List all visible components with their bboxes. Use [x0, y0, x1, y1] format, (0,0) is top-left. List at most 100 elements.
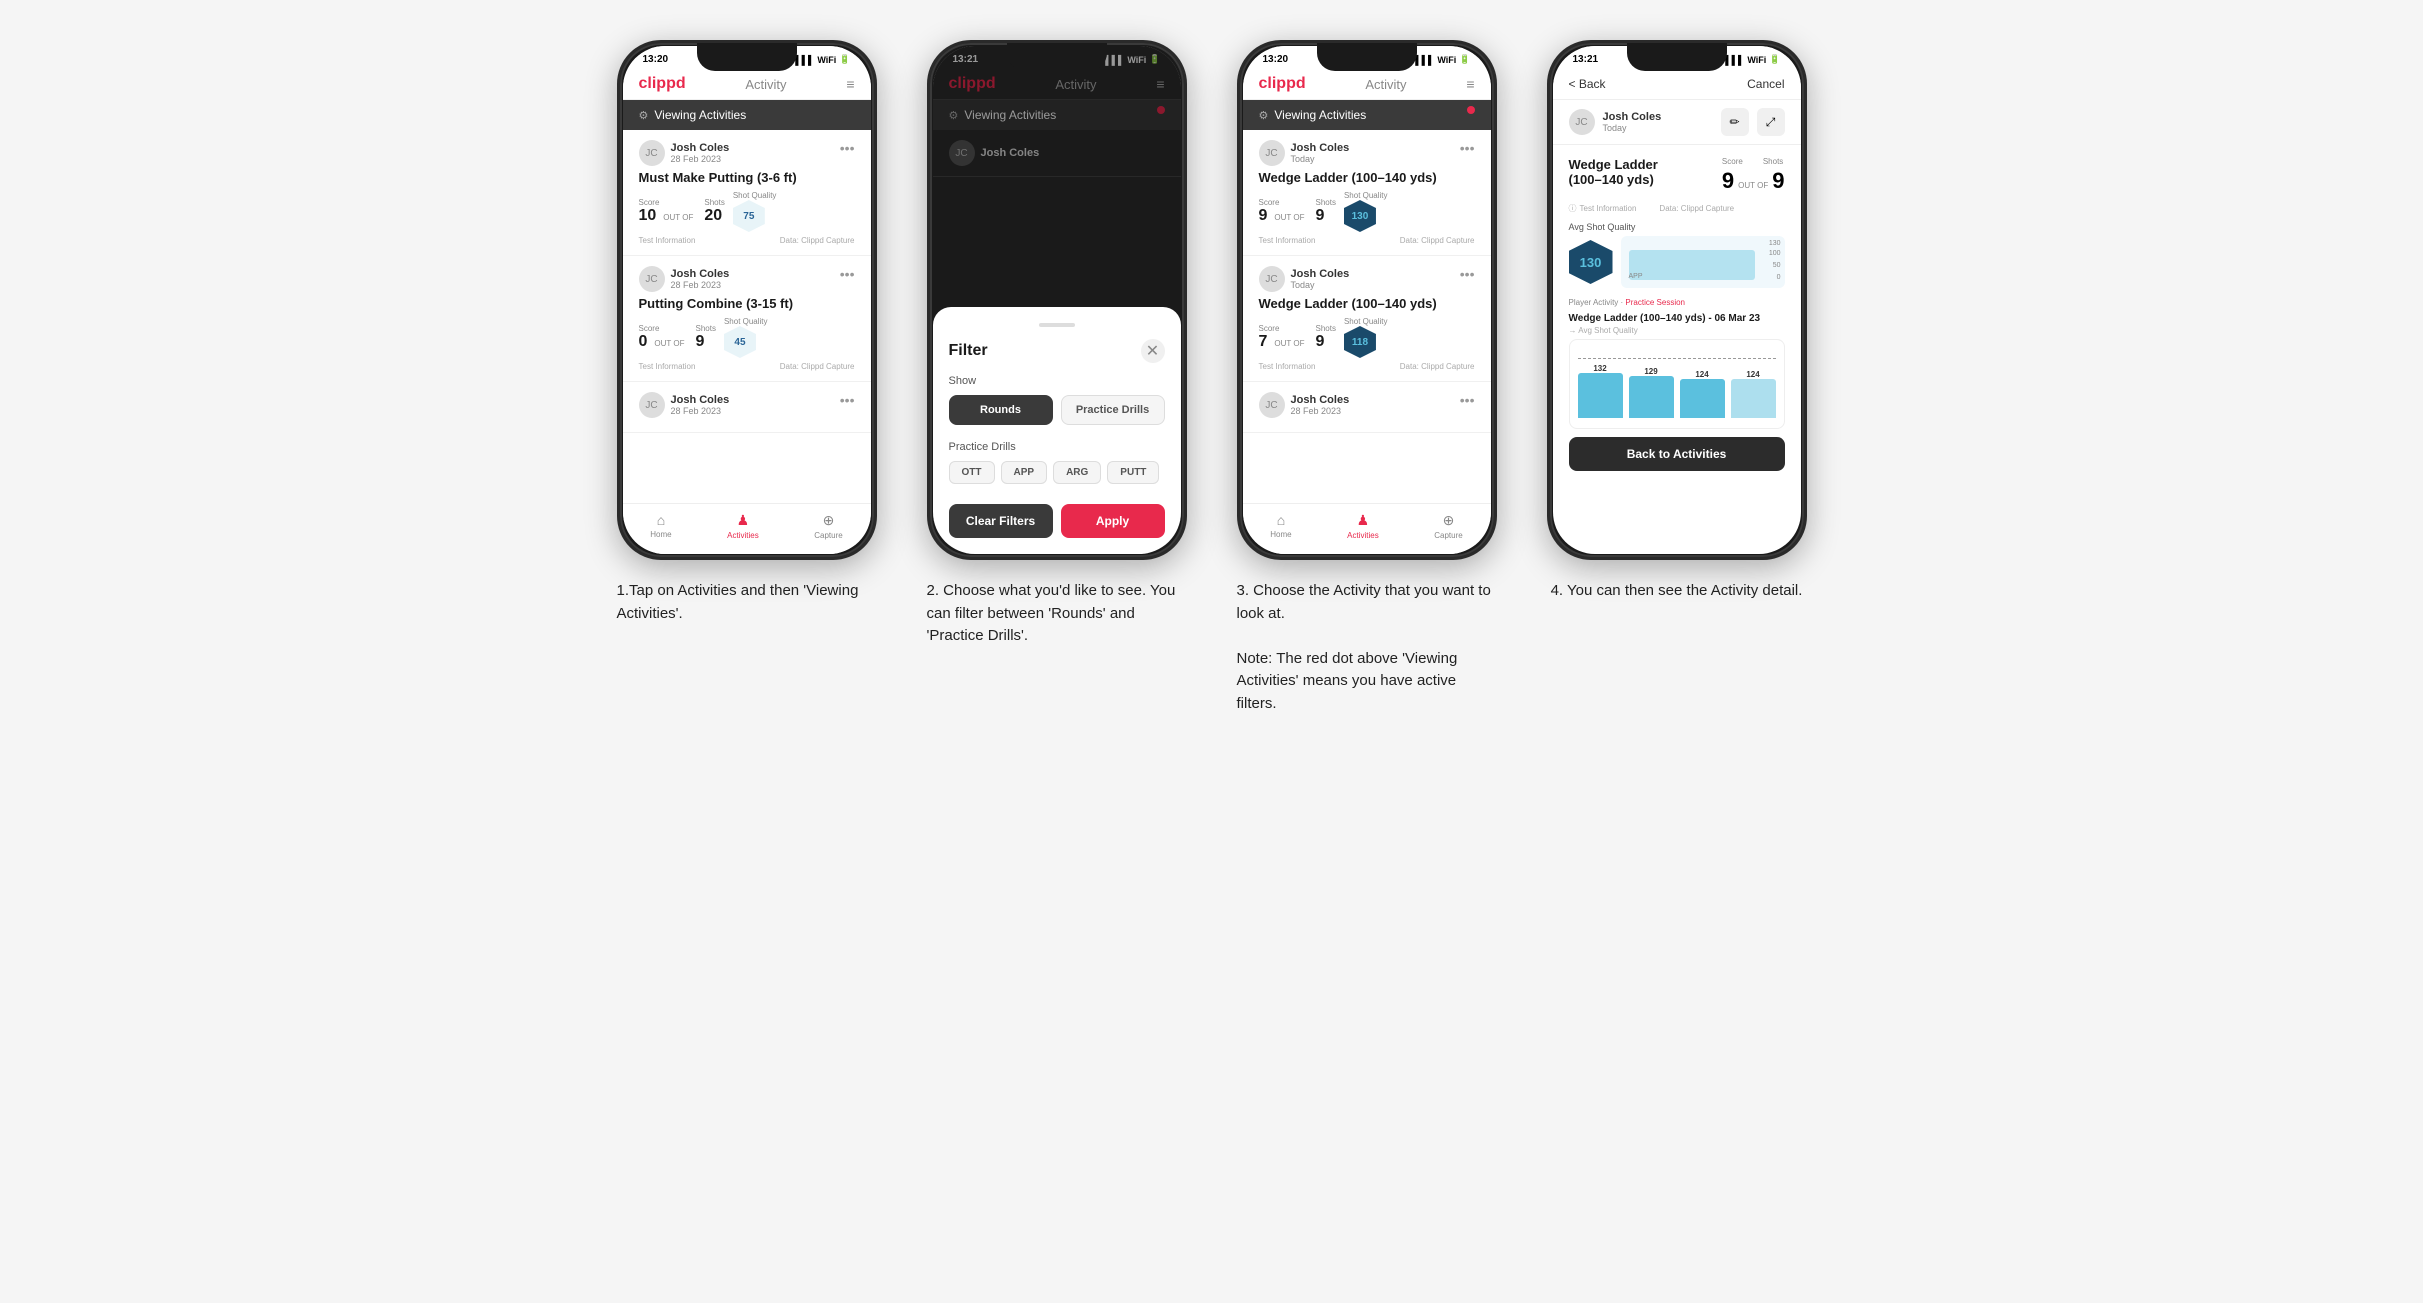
- nav-capture-3[interactable]: ⊕ Capture: [1434, 512, 1462, 540]
- detail-header-4: < Back Cancel: [1553, 69, 1801, 100]
- nav-activities-label-3: Activities: [1347, 531, 1379, 540]
- activity-card-1-1[interactable]: JC Josh Coles 28 Feb 2023 ••• Must Make …: [623, 130, 871, 256]
- cancel-button-4[interactable]: Cancel: [1747, 77, 1784, 91]
- rounds-toggle[interactable]: Rounds: [949, 395, 1053, 425]
- quality-hex-big-4: 130: [1569, 240, 1613, 284]
- nav-home-3[interactable]: ⌂ Home: [1270, 512, 1291, 540]
- detail-content-4: Wedge Ladder(100–140 yds) Score Shots 9 …: [1553, 145, 1801, 483]
- back-button-4[interactable]: < Back: [1569, 77, 1606, 91]
- activity-card-1-3[interactable]: JC Josh Coles 28 Feb 2023 •••: [623, 382, 871, 433]
- score-label-1-1: Score: [639, 198, 697, 207]
- activity-card-3-3[interactable]: JC Josh Coles 28 Feb 2023 •••: [1243, 382, 1491, 433]
- chip-app[interactable]: APP: [1001, 461, 1048, 484]
- close-button[interactable]: ✕: [1141, 339, 1165, 363]
- info-text-3-1: Test Information: [1259, 236, 1316, 245]
- practice-drills-toggle[interactable]: Practice Drills: [1061, 395, 1165, 425]
- card-menu-3-1[interactable]: •••: [1460, 140, 1475, 156]
- phone-3: 13:20 ▌▌▌ WiFi 🔋 clippd Activity ≡: [1237, 40, 1497, 560]
- card-menu-3-2[interactable]: •••: [1460, 266, 1475, 282]
- expand-button-4[interactable]: ⤢: [1757, 108, 1785, 136]
- score-value-1-2: 0: [639, 333, 648, 351]
- card-menu-1-2[interactable]: •••: [840, 266, 855, 282]
- phone-column-1: 13:20 ▌▌▌ WiFi 🔋 clippd Activity ≡: [607, 40, 887, 715]
- detail-shots-label-4: Shots: [1763, 157, 1783, 166]
- nav-activities-1[interactable]: ♟ Activities: [727, 512, 759, 540]
- activity-card-3-2[interactable]: JC Josh Coles Today ••• Wedge Ladder (10…: [1243, 256, 1491, 382]
- info-text-1-2: Test Information: [639, 362, 696, 371]
- banner-3[interactable]: ⚙ Viewing Activities: [1243, 100, 1491, 130]
- out-of-1-1: OUT OF: [663, 213, 693, 222]
- cards-area-3: JC Josh Coles Today ••• Wedge Ladder (10…: [1243, 130, 1491, 518]
- step-desc-1: 1.Tap on Activities and then 'Viewing Ac…: [617, 580, 877, 625]
- status-time-3: 13:20: [1263, 54, 1289, 65]
- nav-home-1[interactable]: ⌂ Home: [650, 512, 671, 540]
- data-text-3-1: Data: Clippd Capture: [1400, 236, 1475, 245]
- modal-title: Filter: [949, 342, 988, 360]
- out-of-3-1: OUT OF: [1274, 213, 1304, 222]
- activities-icon-1: ♟: [737, 512, 750, 529]
- chip-putt[interactable]: PUTT: [1107, 461, 1159, 484]
- avatar-3-3: JC: [1259, 392, 1285, 418]
- test-info-4: ⓘ Test Information Data: Clippd Capture: [1569, 203, 1785, 214]
- quality-hex-3-2: 118: [1344, 326, 1376, 358]
- back-to-activities-button-4[interactable]: Back to Activities: [1569, 437, 1785, 471]
- menu-icon-3[interactable]: ≡: [1466, 76, 1474, 92]
- score-value-3-1: 9: [1259, 207, 1268, 225]
- out-of-1-2: OUT OF: [654, 339, 684, 348]
- edit-button-4[interactable]: ✏: [1721, 108, 1749, 136]
- menu-icon-1[interactable]: ≡: [846, 76, 854, 92]
- activities-icon-3: ♟: [1357, 512, 1370, 529]
- apply-button[interactable]: Apply: [1061, 504, 1165, 538]
- banner-icon-3: ⚙: [1259, 109, 1269, 122]
- phone-screen-3: 13:20 ▌▌▌ WiFi 🔋 clippd Activity ≡: [1243, 46, 1491, 554]
- battery-icon-1: 🔋: [839, 54, 850, 65]
- card-menu-1-1[interactable]: •••: [840, 140, 855, 156]
- avatar-1-3: JC: [639, 392, 665, 418]
- quality-label-3-1: Shot Quality: [1344, 191, 1388, 200]
- cards-area-1: JC Josh Coles 28 Feb 2023 ••• Must Make …: [623, 130, 871, 518]
- modal-actions: Clear Filters Apply: [949, 504, 1165, 538]
- nav-capture-label-1: Capture: [814, 531, 842, 540]
- phone-screen-1: 13:20 ▌▌▌ WiFi 🔋 clippd Activity ≡: [623, 46, 871, 554]
- user-date-3-2: Today: [1291, 280, 1350, 290]
- banner-1[interactable]: ⚙ Viewing Activities: [623, 100, 871, 130]
- logo-1: clippd: [639, 75, 686, 93]
- clear-filters-button[interactable]: Clear Filters: [949, 504, 1053, 538]
- user-name-3-2: Josh Coles: [1291, 268, 1350, 280]
- shots-label-1-1: Shots: [704, 198, 724, 207]
- user-name-1-2: Josh Coles: [671, 268, 730, 280]
- detail-avatar-4: JC: [1569, 109, 1595, 135]
- wifi-icon-3: WiFi: [1437, 55, 1456, 65]
- banner-icon-1: ⚙: [639, 109, 649, 122]
- chip-arg[interactable]: ARG: [1053, 461, 1101, 484]
- nav-capture-1[interactable]: ⊕ Capture: [814, 512, 842, 540]
- phone-notch-3: [1317, 43, 1417, 71]
- card-menu-3-3[interactable]: •••: [1460, 392, 1475, 408]
- user-name-1-3: Josh Coles: [671, 394, 730, 406]
- header-title-3: Activity: [1365, 77, 1406, 92]
- activity-card-1-2[interactable]: JC Josh Coles 28 Feb 2023 ••• Putting Co…: [623, 256, 871, 382]
- user-date-3-1: Today: [1291, 154, 1350, 164]
- filter-modal: Filter ✕ Show Rounds Practice Drills Pra…: [933, 307, 1181, 554]
- show-label: Show: [949, 375, 1165, 387]
- shots-value-3-1: 9: [1315, 207, 1335, 225]
- phone-column-3: 13:20 ▌▌▌ WiFi 🔋 clippd Activity ≡: [1227, 40, 1507, 715]
- phone-1: 13:20 ▌▌▌ WiFi 🔋 clippd Activity ≡: [617, 40, 877, 560]
- activity-card-3-1[interactable]: JC Josh Coles Today ••• Wedge Ladder (10…: [1243, 130, 1491, 256]
- status-time-4: 13:21: [1573, 54, 1599, 65]
- drill-name-1-2: Putting Combine (3-15 ft): [639, 296, 855, 311]
- step-desc-2: 2. Choose what you'd like to see. You ca…: [927, 580, 1187, 648]
- history-subtitle-4: → Avg Shot Quality: [1569, 326, 1785, 335]
- nav-activities-3[interactable]: ♟ Activities: [1347, 512, 1379, 540]
- score-value-1-1: 10: [639, 207, 657, 225]
- detail-out-of-4: OUT OF: [1738, 181, 1768, 190]
- card-menu-1-3[interactable]: •••: [840, 392, 855, 408]
- signal-icon-1: ▌▌▌: [795, 55, 814, 65]
- chip-ott[interactable]: OTT: [949, 461, 995, 484]
- banner-text-1: Viewing Activities: [654, 108, 746, 122]
- phone-screen-2: 13:21 ▌▌▌ WiFi 🔋 clippd Activity ≡: [933, 46, 1181, 554]
- data-text-3-2: Data: Clippd Capture: [1400, 362, 1475, 371]
- detail-user-name-4: Josh Coles: [1603, 111, 1662, 123]
- shots-label-3-1: Shots: [1315, 198, 1335, 207]
- header-title-1: Activity: [745, 77, 786, 92]
